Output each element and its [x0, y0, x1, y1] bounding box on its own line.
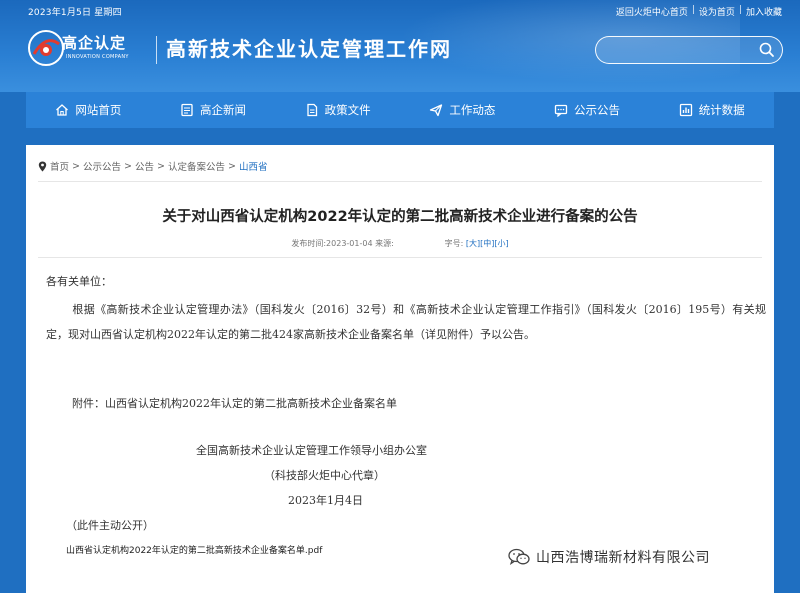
- link-separator: |: [738, 5, 742, 15]
- nav-label: 政策文件: [324, 103, 371, 117]
- location-pin-icon: [38, 161, 47, 171]
- link-torch-home[interactable]: 返回火炬中心首页: [616, 5, 688, 18]
- divider: [38, 257, 762, 258]
- main-content: 首页 > 公示公告 > 公告 > 认定备案公告 > 山西省 关于对山西省认定机构…: [26, 145, 774, 593]
- nav-notice[interactable]: 公示公告: [525, 92, 650, 128]
- breadcrumb-separator: >: [72, 160, 80, 172]
- breadcrumb: 首页 > 公示公告 > 公告 > 认定备案公告 > 山西省: [38, 159, 267, 173]
- main-nav: 网站首页 高企新闻 政策文件 工作动态 公示公告 统计数据: [26, 92, 774, 128]
- article-title: 关于对山西省认定机构2022年认定的第二批高新技术企业进行备案的公告: [162, 209, 638, 225]
- divider: [38, 181, 762, 182]
- font-size-large[interactable]: [大]: [466, 239, 480, 248]
- send-icon: [430, 104, 443, 117]
- font-size-medium[interactable]: [中]: [480, 239, 494, 248]
- nav-policy[interactable]: 政策文件: [275, 92, 400, 128]
- font-size-small[interactable]: [小]: [494, 239, 508, 248]
- logo-text: 高企认定: [62, 34, 127, 52]
- logo-divider: [156, 36, 157, 64]
- attachment-note: 附件：山西省认定机构2022年认定的第二批高新技术企业备案名单: [72, 397, 397, 410]
- source-label: 来源:: [375, 239, 394, 248]
- font-size-label: 字号:: [444, 239, 464, 248]
- signature-seal: （科技部火炬中心代章）: [264, 469, 385, 482]
- breadcrumb-home[interactable]: 首页: [50, 159, 69, 173]
- document-icon: [307, 103, 317, 117]
- chart-icon: [679, 103, 692, 117]
- breadcrumb-announcement[interactable]: 公告: [135, 159, 154, 173]
- breadcrumb-current[interactable]: 山西省: [239, 159, 268, 173]
- nav-label: 统计数据: [698, 103, 745, 117]
- current-date: 2023年1月5日 星期四: [28, 8, 122, 18]
- site-title: 高新技术企业认定管理工作网: [166, 37, 452, 61]
- logo-subtext: INNOVATION COMPANY: [66, 54, 129, 60]
- publish-date: 2023-01-04: [326, 239, 373, 248]
- nav-label: 工作动态: [449, 103, 496, 117]
- breadcrumb-filing[interactable]: 认定备案公告: [168, 159, 225, 173]
- publish-label: 发布时间:: [291, 239, 327, 248]
- nav-label: 高企新闻: [200, 103, 246, 117]
- notice-icon: [554, 104, 568, 117]
- top-links: 返回火炬中心首页 | 设为首页 | 加入收藏: [616, 5, 782, 18]
- salutation: 各有关单位：: [46, 275, 112, 288]
- breadcrumb-notices[interactable]: 公示公告: [83, 159, 121, 173]
- breadcrumb-separator: >: [156, 160, 165, 172]
- home-icon: [56, 104, 69, 116]
- nav-label: 网站首页: [75, 103, 122, 117]
- news-icon: [181, 103, 193, 117]
- attachment-file-link[interactable]: 山西省认定机构2022年认定的第二批高新技术企业备案名单.pdf: [66, 543, 322, 556]
- public-note: （此件主动公开）: [66, 519, 154, 532]
- nav-statistics[interactable]: 统计数据: [649, 92, 774, 128]
- nav-label: 公示公告: [574, 103, 621, 117]
- watermark-text: 山西浩博瑞新材料有限公司: [536, 550, 710, 566]
- signature-org: 全国高新技术企业认定管理工作领导小组办公室: [196, 444, 427, 457]
- wechat-icon: [508, 548, 530, 565]
- nav-work-news[interactable]: 工作动态: [400, 92, 525, 128]
- link-separator: |: [691, 5, 695, 15]
- nav-home[interactable]: 网站首页: [26, 92, 151, 128]
- watermark: 山西浩博瑞新材料有限公司: [508, 547, 710, 567]
- link-set-homepage[interactable]: 设为首页: [699, 5, 735, 18]
- breadcrumb-separator: >: [227, 160, 236, 172]
- site-logo[interactable]: 高企认定 INNOVATION COMPANY: [26, 28, 151, 68]
- nav-news[interactable]: 高企新闻: [151, 92, 276, 128]
- signature-date: 2023年1月4日: [288, 494, 363, 507]
- logo-emblem-icon: [28, 30, 64, 66]
- article-meta: 发布时间:2023-01-04 来源: 字号: [大][中][小]: [26, 238, 774, 249]
- search-icon[interactable]: [758, 41, 776, 59]
- search-input[interactable]: [595, 36, 783, 64]
- breadcrumb-separator: >: [124, 160, 132, 172]
- article-body: 根据《高新技术企业认定管理办法》（国科发火〔2016〕32号）和《高新技术企业认…: [46, 303, 766, 341]
- link-add-favorite[interactable]: 加入收藏: [746, 5, 782, 18]
- site-header: 2023年1月5日 星期四 返回火炬中心首页 | 设为首页 | 加入收藏 高企认…: [0, 0, 800, 92]
